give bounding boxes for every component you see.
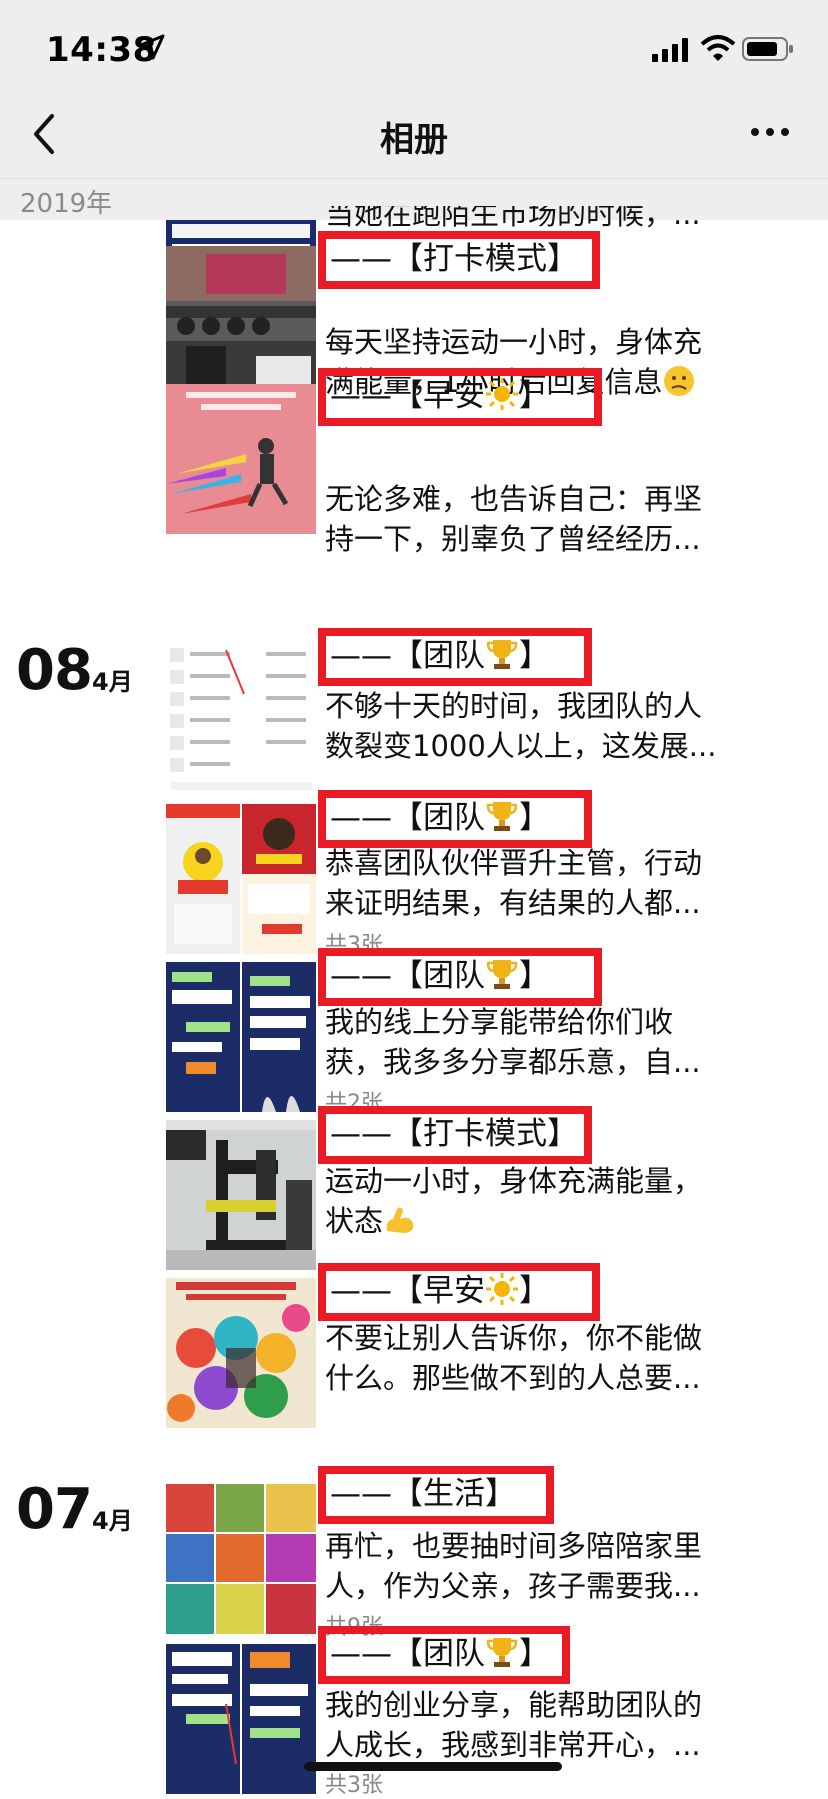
page-title: 相册 bbox=[380, 120, 448, 160]
date-day: 07 bbox=[16, 1477, 93, 1542]
photo-count: 共3张 bbox=[325, 1773, 383, 1798]
sun-emoji bbox=[486, 1273, 518, 1305]
thinking-face-emoji bbox=[664, 366, 695, 396]
post-thumbnail[interactable] bbox=[166, 384, 316, 534]
post-tag: ——【早安】 bbox=[318, 368, 602, 426]
date-month: 4月 bbox=[92, 668, 133, 696]
year-label: 2019年 bbox=[20, 189, 113, 219]
sun-emoji bbox=[486, 378, 518, 410]
flexed-biceps-emoji bbox=[386, 1207, 414, 1233]
post-description: 再忙，也要抽时间多陪陪家里 人，作为父亲，孩子需要我... bbox=[325, 1529, 703, 1603]
post-thumbnail[interactable] bbox=[166, 1484, 316, 1634]
home-indicator[interactable] bbox=[304, 1762, 562, 1771]
location-arrow-icon bbox=[139, 34, 165, 60]
post-tag: ——【团队】 bbox=[318, 1626, 570, 1684]
post-tag: ——【团队】 bbox=[318, 628, 592, 686]
post-tag: ——【团队】 bbox=[318, 948, 602, 1006]
post-thumbnail[interactable] bbox=[166, 246, 316, 396]
post-description: 我的创业分享，能帮助团队的 人成长，我感到非常开心，... bbox=[325, 1688, 703, 1762]
post-description: 不够十天的时间，我团队的人 数裂变1000人以上，这发展... bbox=[325, 689, 717, 763]
cellular-signal-icon bbox=[652, 38, 688, 62]
trophy-emoji bbox=[486, 1638, 518, 1667]
post-description: 不要让别人告诉你，你不能做 什么。那些做不到的人总要... bbox=[325, 1321, 703, 1395]
trophy-emoji bbox=[486, 802, 518, 831]
date-month: 4月 bbox=[92, 1507, 133, 1535]
wifi-icon bbox=[700, 35, 736, 61]
post-description: 运动一小时，身体充满能量， 状态 bbox=[325, 1164, 703, 1238]
battery-icon bbox=[742, 37, 793, 61]
post-thumbnail[interactable] bbox=[166, 642, 316, 792]
post-description: 恭喜团队伙伴晋升主管，行动 来证明结果，有结果的人都... bbox=[325, 846, 703, 920]
post-thumbnail[interactable] bbox=[166, 962, 316, 1112]
post-thumbnail[interactable] bbox=[166, 1278, 316, 1428]
post-description: 无论多难，也告诉自己：再坚 持一下，别辜负了曾经经历... bbox=[325, 482, 703, 556]
post-tag: ——【打卡模式】 bbox=[318, 1106, 592, 1164]
post-tag: ——【打卡模式】 bbox=[318, 231, 600, 289]
post-tag: ——【团队】 bbox=[318, 790, 592, 848]
post-thumbnail[interactable] bbox=[166, 1120, 316, 1270]
post-thumbnail[interactable] bbox=[166, 804, 316, 954]
post-tag: ——【早安】 bbox=[318, 1263, 600, 1321]
date-day: 08 bbox=[16, 638, 93, 703]
post-thumbnail[interactable] bbox=[166, 1644, 316, 1794]
more-options-icon[interactable] bbox=[750, 124, 790, 140]
post-description: 我的线上分享能带给你们收 获，我多多分享都乐意，自... bbox=[325, 1005, 701, 1079]
trophy-emoji bbox=[486, 640, 518, 669]
trophy-emoji bbox=[486, 960, 518, 989]
post-tag: ——【生活】 bbox=[318, 1466, 554, 1524]
